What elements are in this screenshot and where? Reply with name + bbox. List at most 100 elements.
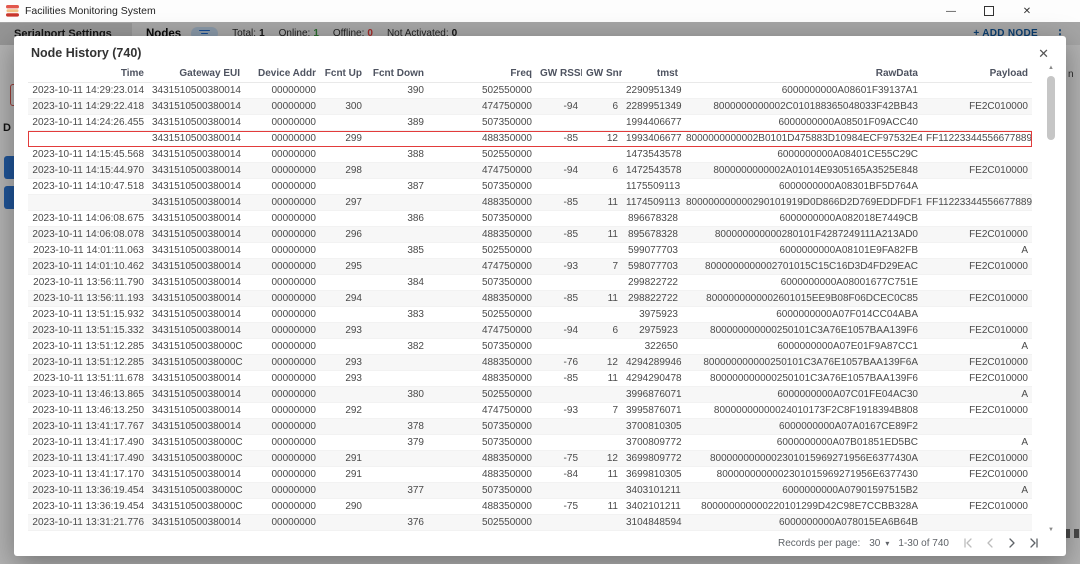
table-row[interactable]: 2023-10-11 13:51:15.93234315105003800140… (28, 307, 1032, 323)
cell-fcnt-up (320, 435, 366, 451)
table-row[interactable]: 2023-10-11 13:56:11.19334315105003800140… (28, 291, 1032, 307)
cell-device-addr: 00000000 (244, 467, 320, 483)
minimize-icon[interactable]: — (932, 0, 970, 22)
cell-fcnt-down (366, 195, 428, 211)
table-row[interactable]: 2023-10-11 13:41:17.490343151050038000C0… (28, 451, 1032, 467)
table-row[interactable]: 2023-10-11 13:31:21.77634315105003800140… (28, 515, 1032, 531)
cell-fcnt-up: 298 (320, 163, 366, 179)
records-per-page-select[interactable]: 30 ▾ (869, 538, 889, 549)
table-row[interactable]: 343151050038001400000000297488350000-851… (28, 195, 1032, 211)
table-row[interactable]: 2023-10-11 14:01:11.06334315105003800140… (28, 243, 1032, 259)
table-row[interactable]: 2023-10-11 13:51:11.67834315105003800140… (28, 371, 1032, 387)
table-row[interactable]: 2023-10-11 13:56:11.79034315105003800140… (28, 275, 1032, 291)
cell-payload: A (922, 435, 1032, 451)
cell-gw-snr: 11 (582, 499, 622, 515)
cell-payload (922, 515, 1032, 531)
cell-tmst: 3975923 (622, 307, 682, 323)
table-row[interactable]: 2023-10-11 13:51:15.33234315105003800140… (28, 323, 1032, 339)
table-row[interactable]: 2023-10-11 14:24:26.45534315105003800140… (28, 115, 1032, 131)
column-rawdata: RawData (682, 64, 922, 83)
cell-gw-rssi (536, 147, 582, 163)
close-dialog-icon[interactable]: ✕ (1038, 47, 1049, 60)
table-row[interactable]: 2023-10-11 14:15:44.97034315105003800140… (28, 163, 1032, 179)
cell-device-addr: 00000000 (244, 211, 320, 227)
cell-device-addr: 00000000 (244, 323, 320, 339)
scrollbar-thumb[interactable] (1047, 76, 1055, 140)
cell-payload (922, 211, 1032, 227)
last-page-icon[interactable] (1028, 537, 1040, 549)
cell-fcnt-down (366, 451, 428, 467)
cell-tmst: 599077703 (622, 243, 682, 259)
table-row[interactable]: 2023-10-11 13:36:19.454343151050038000C0… (28, 483, 1032, 499)
cell-gateway-eui: 3431510500380014 (148, 163, 244, 179)
table-row[interactable]: 2023-10-11 14:10:47.51834315105003800140… (28, 179, 1032, 195)
cell-device-addr: 00000000 (244, 291, 320, 307)
table-row[interactable]: 2023-10-11 14:06:08.67534315105003800140… (28, 211, 1032, 227)
cell-payload: FE2C010000 (922, 259, 1032, 275)
cell-fcnt-down (366, 227, 428, 243)
cell-gateway-eui: 3431510500380014 (148, 387, 244, 403)
table-row[interactable]: 2023-10-11 14:29:22.41834315105003800140… (28, 99, 1032, 115)
table-row[interactable]: 2023-10-11 13:51:12.285343151050038000C0… (28, 339, 1032, 355)
cell-payload (922, 147, 1032, 163)
previous-page-icon[interactable] (984, 537, 996, 549)
cell-rawdata: 6000000000A08501F09ACC40 (682, 115, 922, 131)
next-page-icon[interactable] (1006, 537, 1018, 549)
table-row[interactable]: 2023-10-11 13:41:17.17034315105003800140… (28, 467, 1032, 483)
scroll-up-icon[interactable]: ▲ (1046, 64, 1056, 72)
table-row[interactable]: 2023-10-11 13:46:13.25034315105003800140… (28, 403, 1032, 419)
table-scrollbar[interactable]: ▲ ▼ (1046, 64, 1056, 534)
cell-gw-rssi: -94 (536, 163, 582, 179)
cell-payload: FE2C010000 (922, 227, 1032, 243)
cell-fcnt-up (320, 243, 366, 259)
cell-fcnt-down (366, 355, 428, 371)
cell-time: 2023-10-11 13:46:13.865 (28, 387, 148, 403)
cell-gateway-eui: 343151050038000C (148, 451, 244, 467)
cell-device-addr: 00000000 (244, 451, 320, 467)
table-row[interactable]: 2023-10-11 13:51:12.285343151050038000C0… (28, 355, 1032, 371)
close-window-icon[interactable]: ✕ (1008, 0, 1046, 22)
cell-time: 2023-10-11 13:51:12.285 (28, 339, 148, 355)
cell-fcnt-up: 293 (320, 371, 366, 387)
cell-gw-rssi (536, 179, 582, 195)
table-row[interactable]: 2023-10-11 14:15:45.56834315105003800140… (28, 147, 1032, 163)
table-row[interactable]: 2023-10-11 13:41:17.76734315105003800140… (28, 419, 1032, 435)
table-row[interactable]: 2023-10-11 14:06:08.07834315105003800140… (28, 227, 1032, 243)
cell-freq: 488350000 (428, 467, 536, 483)
scroll-down-icon[interactable]: ▼ (1046, 526, 1056, 534)
cell-device-addr: 00000000 (244, 435, 320, 451)
table-row[interactable]: 2023-10-11 13:46:13.86534315105003800140… (28, 387, 1032, 403)
cell-fcnt-up (320, 515, 366, 531)
cell-gw-snr: 6 (582, 99, 622, 115)
cell-gw-snr (582, 243, 622, 259)
table-row-selected[interactable]: 343151050038001400000000299488350000-851… (28, 131, 1032, 147)
table-row[interactable]: 2023-10-11 13:36:19.454343151050038000C0… (28, 499, 1032, 515)
cell-time: 2023-10-11 14:29:22.418 (28, 99, 148, 115)
cell-fcnt-up (320, 147, 366, 163)
cell-fcnt-up (320, 275, 366, 291)
cell-device-addr: 00000000 (244, 99, 320, 115)
cell-rawdata: 6000000000A08101E9FA82FB (682, 243, 922, 259)
first-page-icon[interactable] (962, 537, 974, 549)
cell-tmst: 322650 (622, 339, 682, 355)
cell-gateway-eui: 3431510500380014 (148, 275, 244, 291)
table-row[interactable]: 2023-10-11 13:41:17.490343151050038000C0… (28, 435, 1032, 451)
maximize-icon[interactable] (970, 0, 1008, 22)
cell-fcnt-up (320, 307, 366, 323)
cell-gw-rssi (536, 483, 582, 499)
cell-fcnt-up (320, 115, 366, 131)
cell-gw-rssi: -85 (536, 371, 582, 387)
cell-rawdata: 8000000000002601015EE9B08F06DCEC0C85 (682, 291, 922, 307)
cell-tmst: 896678328 (622, 211, 682, 227)
cell-freq: 488350000 (428, 195, 536, 211)
window-title: Facilities Monitoring System (25, 5, 156, 17)
cell-payload: A (922, 483, 1032, 499)
cell-time: 2023-10-11 13:41:17.490 (28, 435, 148, 451)
cell-fcnt-down (366, 499, 428, 515)
table-row[interactable]: 2023-10-11 14:01:10.46234315105003800140… (28, 259, 1032, 275)
cell-freq: 502550000 (428, 147, 536, 163)
cell-gw-snr: 11 (582, 371, 622, 387)
cell-freq: 488350000 (428, 291, 536, 307)
cell-freq: 488350000 (428, 451, 536, 467)
table-row[interactable]: 2023-10-11 14:29:23.01434315105003800140… (28, 83, 1032, 99)
